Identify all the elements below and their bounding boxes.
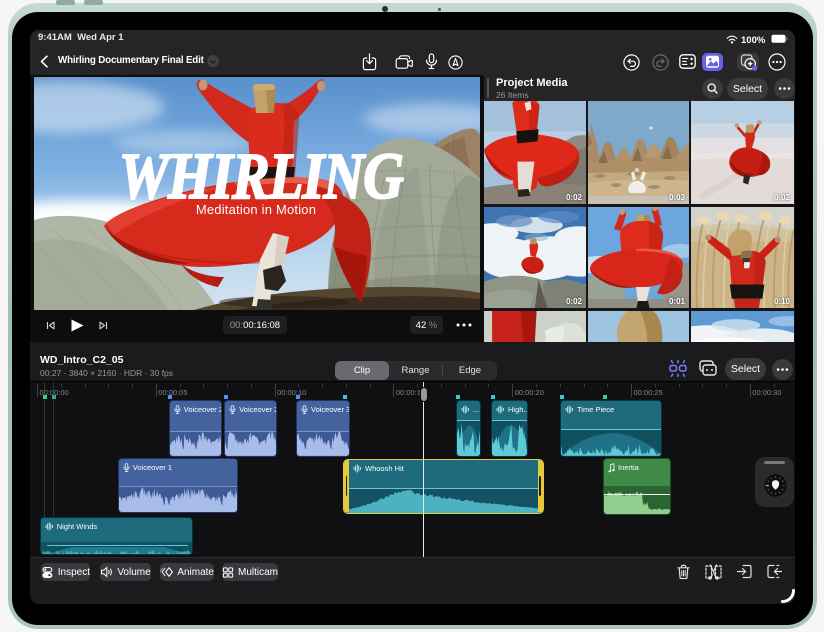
svg-text:100%: 100% (741, 35, 766, 45)
svg-text:Meditation in Motion: Meditation in Motion (196, 202, 316, 217)
